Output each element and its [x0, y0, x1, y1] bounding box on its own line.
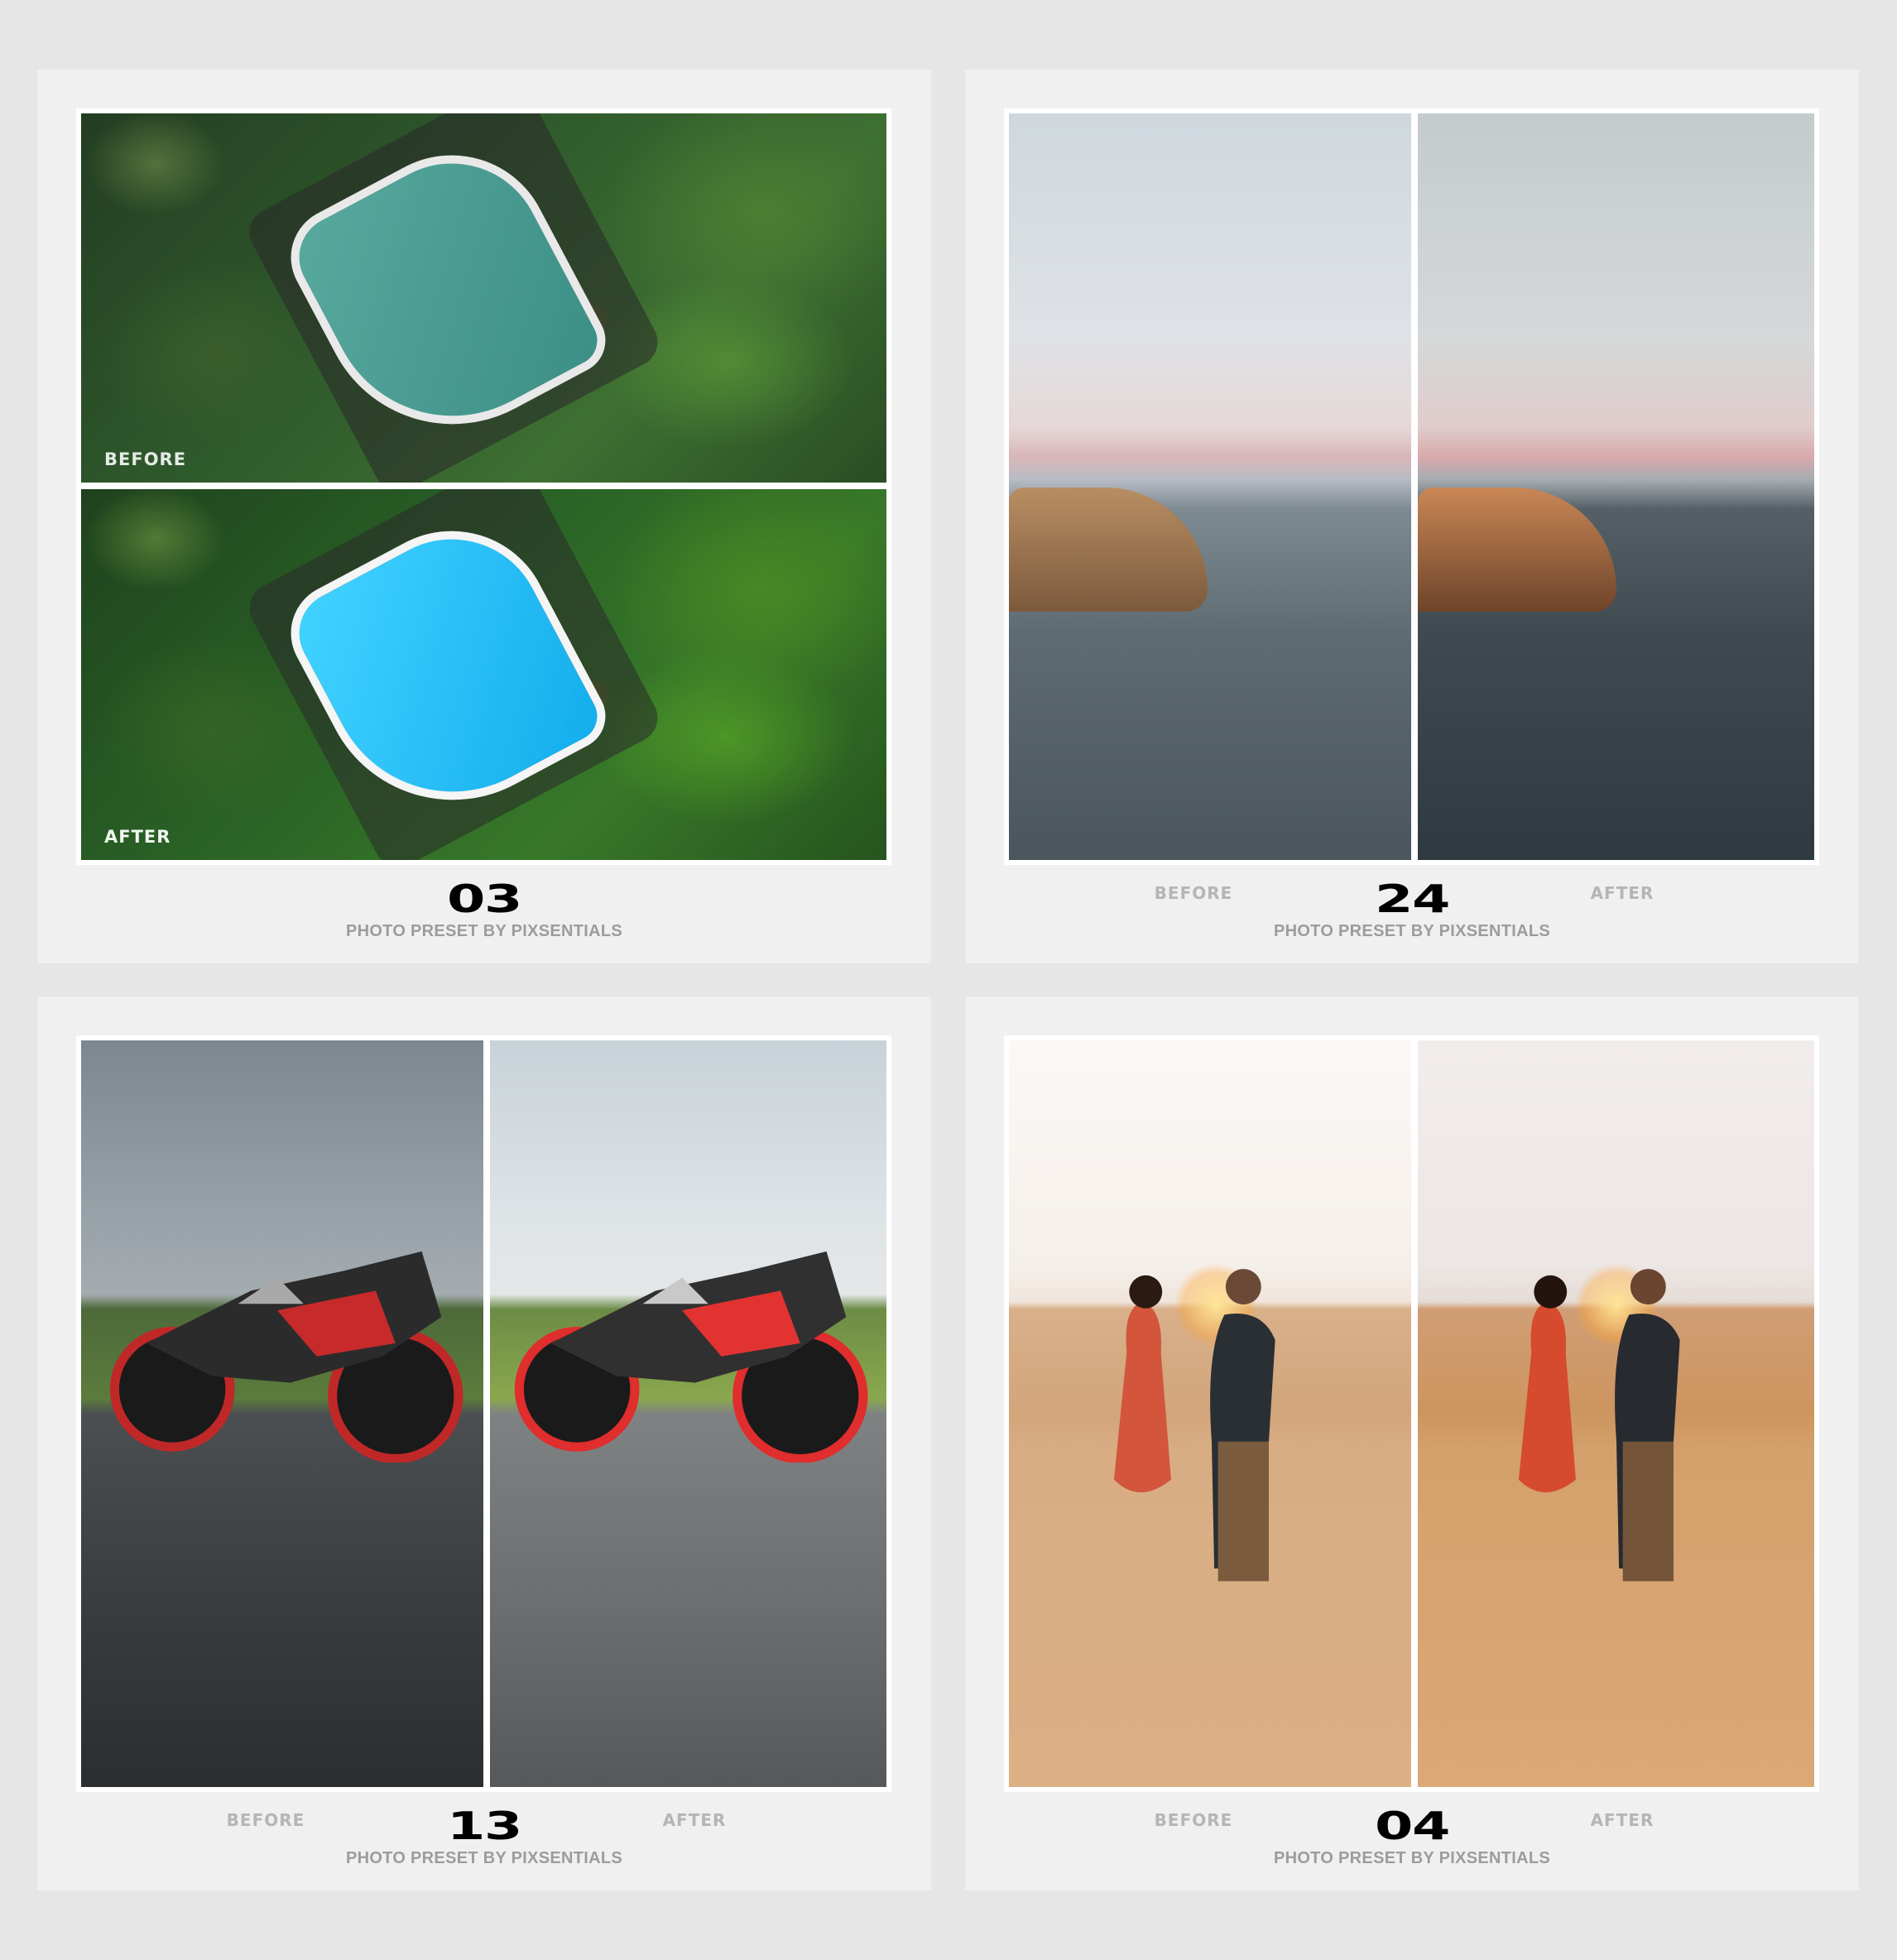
- photo-frame: [76, 1035, 891, 1792]
- after-photo: AFTER: [81, 489, 886, 860]
- preset-card-24: BEFORE AFTER 24 PHOTO PRESET BY PIXSENTI…: [965, 70, 1859, 963]
- photo-frame: [1004, 108, 1819, 865]
- brand-line: PHOTO PRESET BY PIXSENTIALS: [345, 922, 623, 940]
- preset-card-03: BEFORE AFTER 03 PHOTO PRESET BY PIXSENTI…: [37, 70, 931, 963]
- motorcycle: [109, 1251, 463, 1463]
- motorcycle: [514, 1251, 868, 1463]
- after-photo: [490, 1040, 886, 1787]
- before-photo: BEFORE: [81, 113, 886, 483]
- photo-frame: [1004, 1035, 1819, 1792]
- brand-line: PHOTO PRESET BY PIXSENTIALS: [1273, 922, 1551, 940]
- preset-number: 24: [1375, 877, 1450, 921]
- before-photo: [1009, 113, 1411, 860]
- after-badge: AFTER: [104, 827, 171, 847]
- brand-line: PHOTO PRESET BY PIXSENTIALS: [1273, 1849, 1551, 1867]
- brand-line: PHOTO PRESET BY PIXSENTIALS: [345, 1849, 623, 1867]
- photo-frame: BEFORE AFTER: [76, 108, 891, 865]
- cliff: [1009, 488, 1208, 612]
- preset-card-04: BEFORE AFTER 04 PHOTO PRESET BY PIXSENTI…: [965, 997, 1859, 1890]
- couple: [1113, 1269, 1275, 1582]
- after-photo: [1418, 1040, 1814, 1787]
- preset-number: 04: [1375, 1804, 1450, 1848]
- before-badge: BEFORE: [104, 449, 187, 469]
- after-photo: [1418, 113, 1814, 860]
- before-photo: [1009, 1040, 1411, 1787]
- before-photo: [81, 1040, 483, 1787]
- cliff: [1418, 488, 1616, 612]
- couple: [1518, 1269, 1680, 1582]
- preset-card-13: BEFORE AFTER 13 PHOTO PRESET BY PIXSENTI…: [37, 997, 931, 1890]
